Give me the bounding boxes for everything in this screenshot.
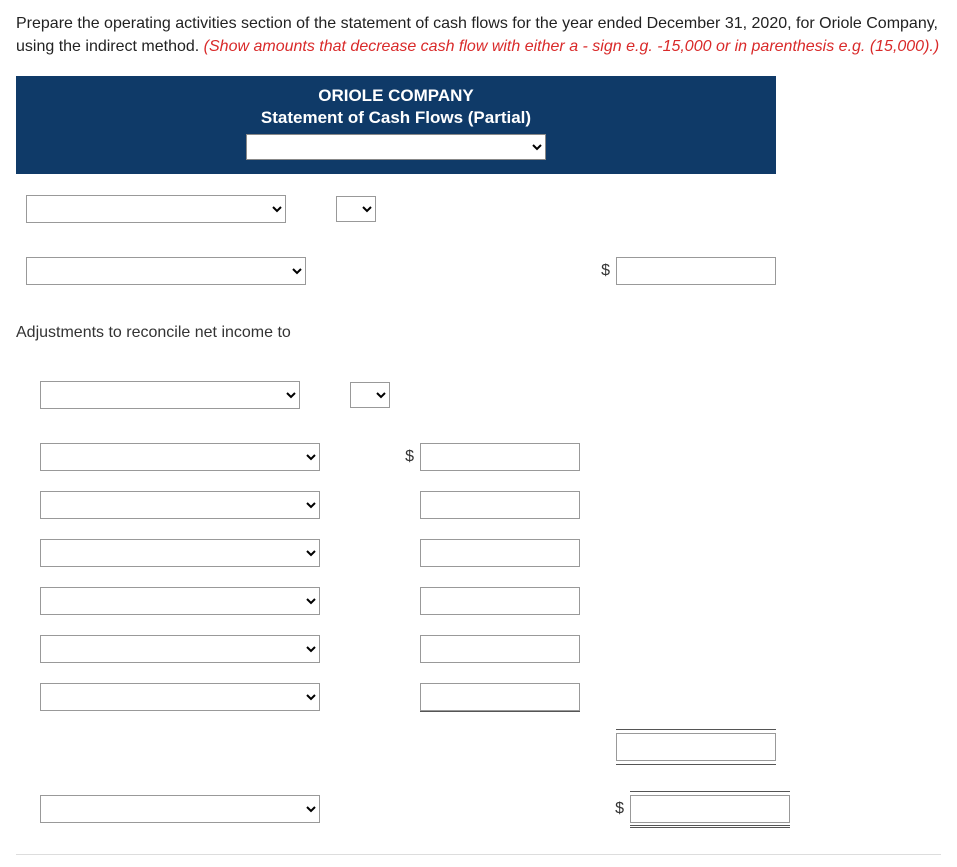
currency-symbol: $ [596,262,610,280]
instructions-hint: (Show amounts that decrease cash flow wi… [204,38,940,55]
adjustment-row-2 [26,490,941,520]
net-income-amount-input[interactable] [616,257,776,285]
period-select[interactable] [246,134,546,160]
net-income-row: $ [26,256,941,286]
currency-symbol: $ [400,448,414,466]
adjustment-1-amount-input[interactable] [420,443,580,471]
adjustment-6-label-select[interactable] [40,683,320,711]
adjustments-subtotal-row [26,732,941,762]
adjustments-label: Adjustments to reconcile net income to [16,318,291,348]
adjustment-row-1: $ [26,442,941,472]
net-cash-amount-input[interactable] [630,795,790,823]
statement-title: Statement of Cash Flows (Partial) [16,108,776,128]
adjustment-5-amount-input[interactable] [420,635,580,663]
company-name: ORIOLE COMPANY [16,86,776,106]
net-cash-label-select[interactable] [40,795,320,823]
activity-header-select[interactable] [26,195,286,223]
activity-suffix-select[interactable] [336,196,376,222]
footer-divider [16,854,941,855]
adjustment-row-5 [26,634,941,664]
statement-header-banner: ORIOLE COMPANY Statement of Cash Flows (… [16,76,776,174]
adjustment-4-amount-input[interactable] [420,587,580,615]
adjustment-row-3 [26,538,941,568]
adjustment-3-label-select[interactable] [40,539,320,567]
adjustment-4-label-select[interactable] [40,587,320,615]
net-income-label-select[interactable] [26,257,306,285]
activity-header-row [26,194,941,224]
adjustment-2-label-select[interactable] [40,491,320,519]
adjustment-target-row [26,380,941,410]
adjustment-target-select[interactable] [40,381,300,409]
instructions-text: Prepare the operating activities section… [16,12,941,58]
adjustment-row-6 [26,682,941,712]
adjustment-target-suffix-select[interactable] [350,382,390,408]
currency-symbol: $ [610,800,624,818]
adjustment-2-amount-input[interactable] [420,491,580,519]
adjustments-label-row: Adjustments to reconcile net income to [16,318,941,348]
adjustment-3-amount-input[interactable] [420,539,580,567]
net-cash-row: $ [26,794,941,824]
adjustment-row-4 [26,586,941,616]
adjustment-1-label-select[interactable] [40,443,320,471]
adjustment-5-label-select[interactable] [40,635,320,663]
adjustments-subtotal-input[interactable] [616,733,776,761]
worksheet-form: $ Adjustments to reconcile net income to… [16,194,941,824]
adjustment-6-amount-input[interactable] [420,683,580,711]
